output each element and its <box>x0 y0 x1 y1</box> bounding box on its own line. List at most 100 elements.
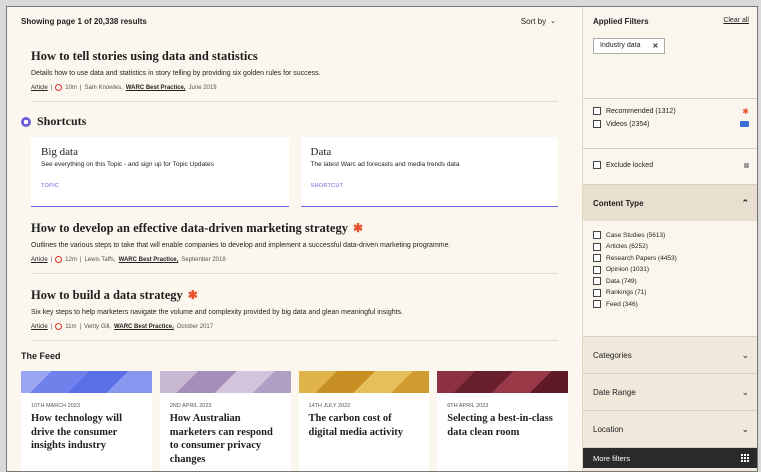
videos-checkbox[interactable]: Videos (2354) <box>593 120 749 128</box>
content-type-option[interactable]: Case Studies (5613) <box>593 231 749 239</box>
article-type-link[interactable]: Article <box>31 257 48 263</box>
clock-icon <box>55 84 63 91</box>
chevron-down-icon: ⌄ <box>550 18 556 25</box>
author: Sam Knowles, <box>84 84 123 91</box>
shortcuts-heading: Shortcuts <box>7 102 582 137</box>
recommended-checkbox[interactable]: Recommended (1312) ✱ <box>593 106 749 116</box>
article-type-link[interactable]: Article <box>31 324 48 330</box>
content-type-option[interactable]: Data (749) <box>593 277 749 285</box>
lock-icon <box>744 162 749 168</box>
feed-heading: The Feed <box>21 351 61 361</box>
feed-card-date: 14TH JULY 2022 <box>308 403 351 409</box>
content-type-list: Case Studies (5613) Articles (6252) Rese… <box>583 221 757 337</box>
date-range-accordion[interactable]: Date Range ⌄ <box>583 374 757 411</box>
article-item[interactable]: How to develop an effective data-driven … <box>31 207 558 274</box>
article-list: How to tell stories using data and stati… <box>7 35 582 102</box>
article-type-link[interactable]: Article <box>31 85 48 91</box>
location-accordion[interactable]: Location ⌄ <box>583 411 757 448</box>
chevron-up-icon: ⌃ <box>741 197 749 208</box>
content-type-option[interactable]: Rankings (71) <box>593 288 749 297</box>
article-meta: Article | 12m | Lewis Taffs, WARC Best P… <box>31 256 226 263</box>
categories-accordion[interactable]: Categories ⌄ <box>583 337 757 374</box>
feed-card[interactable]: 6TH APRIL 2023 Selecting a best-in-class… <box>437 371 568 471</box>
content-type-option[interactable]: Opinion (1031) <box>593 265 749 274</box>
feed-card[interactable]: 14TH JULY 2022 The carbon cost of digita… <box>298 371 430 471</box>
results-count: Showing page 1 of 20,338 results <box>21 16 147 26</box>
article-desc: Six key steps to help marketers navigate… <box>31 309 403 316</box>
card-desc: The latest Warc ad forecasts and media t… <box>310 161 460 168</box>
quick-filters: Recommended (1312) ✱ Videos (2354) <box>583 99 757 149</box>
filter-chip-label: Industry data <box>600 42 641 49</box>
more-filters-button[interactable]: More filters <box>583 448 757 468</box>
content-type-option[interactable]: Feed (346) <box>593 300 749 308</box>
chevron-down-icon: ⌄ <box>741 386 749 397</box>
card-title: Big data <box>41 146 78 158</box>
video-icon <box>740 121 749 127</box>
feed-card-date: 10TH MARCH 2023 <box>31 403 80 409</box>
exclude-locked-checkbox[interactable]: Exclude locked <box>593 161 749 169</box>
article-list-2: How to develop an effective data-driven … <box>7 207 582 341</box>
chevron-down-icon: ⌄ <box>741 349 749 360</box>
article-title[interactable]: How to develop an effective data-driven … <box>31 221 558 236</box>
publication-link[interactable]: WARC Best Practice, <box>114 324 174 330</box>
applied-filters-heading: Applied Filters <box>593 17 649 26</box>
author: Verity Gill, <box>84 323 112 330</box>
feed-card[interactable]: 2ND APRIL 2023 How Australian marketers … <box>159 371 291 471</box>
app-window: Showing page 1 of 20,338 results Sort by… <box>6 6 758 472</box>
article-desc: Outlines the various steps to take that … <box>31 242 451 249</box>
filter-chip[interactable]: Industry data ✕ <box>593 37 666 54</box>
close-icon[interactable]: ✕ <box>652 42 658 50</box>
publication-link[interactable]: WARC Best Practice, <box>126 85 186 91</box>
sort-dropdown[interactable]: Sort by ⌄ <box>521 17 556 26</box>
exclude-locked-filter: Exclude locked <box>583 149 757 185</box>
grid-icon <box>741 454 749 462</box>
sort-label: Sort by <box>520 16 547 26</box>
content-type-accordion[interactable]: Content Type ⌃ <box>583 185 757 221</box>
star-icon: ✱ <box>352 221 364 235</box>
results-header: Showing page 1 of 20,338 results Sort by… <box>7 7 582 35</box>
feed-card-image <box>298 371 430 393</box>
shortcut-cards: Big data See everything on this Topic - … <box>7 137 582 207</box>
results-pane: Showing page 1 of 20,338 results Sort by… <box>7 7 582 471</box>
feed-card-title: How Australian marketers can respond to … <box>169 413 273 465</box>
read-time: 11m <box>65 323 77 330</box>
feed-card-image <box>159 371 291 393</box>
feed-card-title: Selecting a best-in-class data clean roo… <box>447 413 553 438</box>
article-title[interactable]: How to build a data strategy ✱ <box>31 288 558 303</box>
read-time: 12m <box>65 256 77 263</box>
article-item[interactable]: How to build a data strategy ✱ Six key st… <box>31 274 558 341</box>
feed-card-image <box>21 371 152 393</box>
date: September 2018 <box>181 256 226 263</box>
applied-filters: Applied Filters Clear all Industry data … <box>583 7 757 99</box>
date: October 2017 <box>176 323 214 330</box>
star-icon: ✱ <box>742 106 749 116</box>
feed-list: 10TH MARCH 2023 How technology will driv… <box>7 371 582 471</box>
shortcut-card[interactable]: Big data See everything on this Topic - … <box>31 137 289 207</box>
feed-card[interactable]: 10TH MARCH 2023 How technology will driv… <box>21 371 152 471</box>
read-time: 10m <box>65 84 77 91</box>
card-tag: TOPIC <box>41 183 60 189</box>
star-icon: ✱ <box>187 288 198 302</box>
article-meta: Article | 10m | Sam Knowles, WARC Best P… <box>31 84 217 91</box>
article-item[interactable]: How to tell stories using data and stati… <box>31 35 558 102</box>
card-desc: See everything on this Topic - and sign … <box>41 161 214 168</box>
date: June 2019 <box>188 84 217 91</box>
shortcut-card[interactable]: Data The latest Warc ad forecasts and me… <box>300 137 558 207</box>
clock-icon <box>55 256 63 263</box>
shortcut-icon <box>21 116 31 127</box>
publication-link[interactable]: WARC Best Practice, <box>119 257 179 263</box>
feed-card-date: 6TH APRIL 2023 <box>447 403 489 409</box>
feed-card-title: How technology will drive the consumer i… <box>31 413 122 451</box>
clock-icon <box>55 323 63 330</box>
content-type-option[interactable]: Articles (6252) <box>593 242 749 251</box>
author: Lewis Taffs, <box>84 256 116 263</box>
clear-all-link[interactable]: Clear all <box>723 17 749 26</box>
feed-card-title: The carbon cost of digital media activit… <box>308 413 404 438</box>
article-meta: Article | 11m | Verity Gill, WARC Best P… <box>31 323 214 330</box>
chevron-down-icon: ⌄ <box>741 423 749 434</box>
content-type-option[interactable]: Research Papers (4453) <box>593 254 749 262</box>
article-title[interactable]: How to tell stories using data and stati… <box>31 49 558 64</box>
feed-card-date: 2ND APRIL 2023 <box>169 403 212 409</box>
feed-card-image <box>437 371 568 393</box>
article-desc: Details how to use data and statistics i… <box>31 70 321 77</box>
